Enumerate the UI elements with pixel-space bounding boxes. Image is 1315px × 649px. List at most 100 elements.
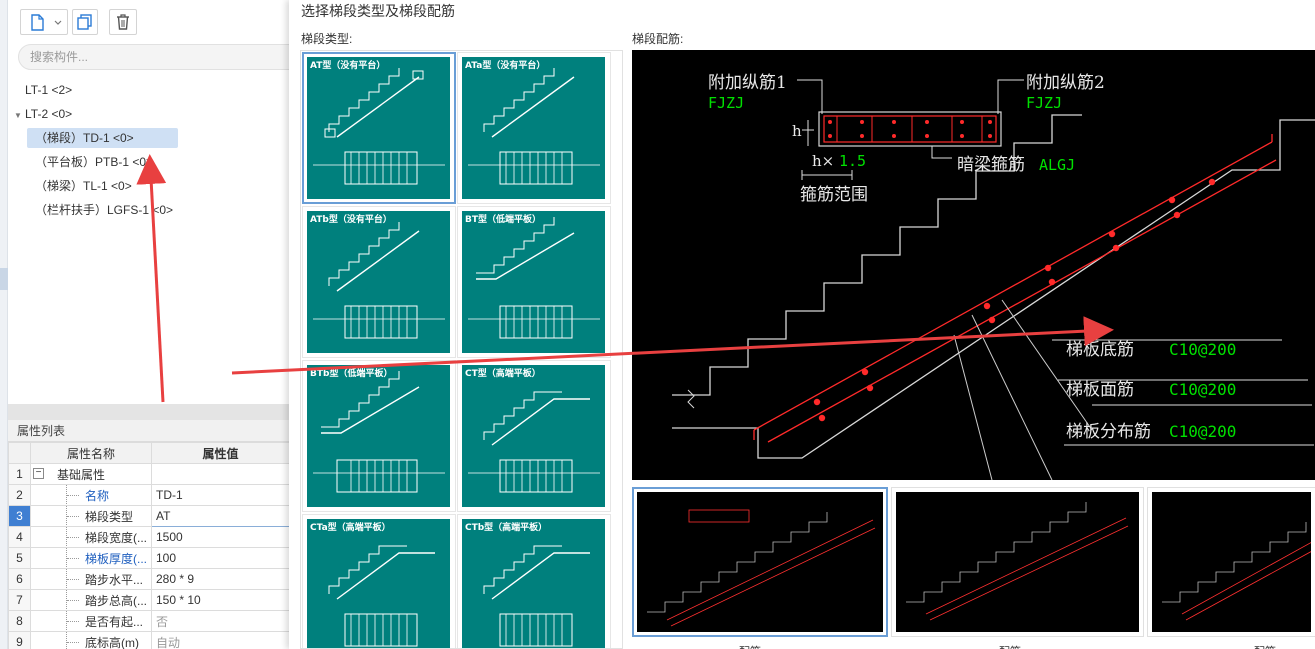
rebar-caption: 配筋: [1254, 643, 1276, 649]
rebar-option-1[interactable]: [632, 487, 888, 637]
left-edge-bar: [0, 0, 8, 649]
row-number: 5: [8, 547, 31, 569]
tree-item-lt1[interactable]: LT-1 <2>: [25, 80, 72, 100]
attr-value[interactable]: 1500: [151, 526, 290, 548]
h-times-label: h×: [812, 152, 834, 170]
attr-value[interactable]: 否: [151, 610, 290, 632]
tree-item-td1[interactable]: （梯段）TD-1 <0>: [27, 128, 178, 148]
rebar-option-3[interactable]: [1147, 487, 1315, 637]
stair-drawing: [468, 68, 600, 185]
attr-name[interactable]: 名称: [30, 484, 152, 506]
rebar-option-image: [896, 492, 1139, 632]
attr-row[interactable]: 8 是否有起... 否: [8, 610, 290, 632]
rebar-option-2[interactable]: [891, 487, 1144, 637]
attr-row[interactable]: 4 梯段宽度(... 1500: [8, 526, 290, 548]
new-file-icon: [31, 14, 62, 31]
attr-row[interactable]: 3 梯段类型 AT: [8, 505, 290, 527]
bottom-bar-label: 梯板底筋: [1066, 340, 1134, 360]
attr-name[interactable]: 梯段类型: [30, 505, 152, 527]
attr-value[interactable]: AT: [151, 505, 290, 527]
attr-name-text: 底标高(m): [85, 635, 139, 649]
tree-connector: [66, 548, 80, 568]
attr-name[interactable]: 踏步总高(...: [30, 589, 152, 611]
type-thumbnail: AT型（没有平台）: [307, 57, 450, 199]
attr-value[interactable]: 100: [151, 547, 290, 569]
hidden-beam-code: ALGJ: [1039, 156, 1075, 174]
attr-row[interactable]: 9 底标高(m) 自动: [8, 631, 290, 649]
edge-marker: [0, 268, 8, 290]
component-panel: ▼ LT-1 <2> LT-2 <0> （梯段）TD-1 <0> （平台板）PT…: [0, 0, 290, 649]
search-input[interactable]: [18, 44, 290, 70]
tree-item-tl1[interactable]: （梯梁）TL-1 <0>: [35, 176, 132, 196]
attr-name-text: 名称: [85, 488, 110, 503]
attr-row[interactable]: 7 踏步总高(... 150 * 10: [8, 589, 290, 611]
trash-icon: [117, 14, 129, 30]
tree-item-lt2[interactable]: LT-2 <0>: [25, 104, 72, 124]
delete-button[interactable]: [109, 9, 137, 35]
expand-caret-icon[interactable]: ▼: [14, 111, 22, 120]
attr-name[interactable]: − 基础属性: [30, 463, 152, 485]
tree-connector: [66, 506, 80, 526]
hidden-beam-label: 暗梁箍筋: [957, 155, 1025, 175]
stair-drawing: [468, 391, 600, 493]
type-section-label: 梯段类型:: [301, 32, 353, 46]
tree-connector: [66, 632, 80, 649]
type-thumbnail: ATa型（没有平台）: [462, 57, 605, 199]
stair-drawing: [468, 217, 600, 339]
dist-bar-value: C10@200: [1169, 422, 1236, 441]
type-card-ctb[interactable]: CTb型（高端平板）: [457, 514, 611, 648]
fjzj2-label: 附加纵筋2: [1026, 73, 1105, 93]
type-card-cta[interactable]: CTa型（高端平板）: [302, 514, 456, 648]
stair-drawing: [313, 222, 445, 339]
rebar-preview: 附加纵筋1 FJZJ 附加纵筋2 FJZJ h h× 1.5 箍筋范围 暗梁箍筋…: [632, 50, 1315, 480]
stair-type-dialog: 选择梯段类型及梯段配筋 梯段类型: 梯段配筋: AT型（没有平台） ATa型（没: [289, 0, 1315, 649]
tree-item-lgfs1[interactable]: （栏杆扶手）LGFS-1 <0>: [35, 200, 173, 220]
attr-name[interactable]: 踏步水平...: [30, 568, 152, 590]
fjzj1-code: FJZJ: [708, 94, 744, 112]
type-card-ata[interactable]: ATa型（没有平台）: [457, 52, 611, 204]
attr-value[interactable]: 150 * 10: [151, 589, 290, 611]
collapse-icon[interactable]: −: [33, 468, 44, 479]
row-number: 9: [8, 631, 31, 649]
attr-row[interactable]: 1 − 基础属性: [8, 463, 290, 485]
tree-connector: [66, 590, 80, 610]
attr-name[interactable]: 底标高(m): [30, 631, 152, 649]
new-component-button[interactable]: [20, 9, 68, 35]
row-number: 7: [8, 589, 31, 611]
type-card-btb[interactable]: BTb型（低端平板）: [302, 360, 456, 512]
row-number: 1: [8, 463, 31, 485]
attr-name-text: 是否有起...: [85, 614, 144, 629]
panel-divider[interactable]: [8, 404, 290, 420]
fjzj2-code: FJZJ: [1026, 94, 1062, 112]
type-card-atb[interactable]: ATb型（没有平台）: [302, 206, 456, 358]
type-card-at[interactable]: AT型（没有平台）: [302, 52, 456, 204]
tree-connector: [66, 485, 80, 505]
row-number: 2: [8, 484, 31, 506]
attr-row[interactable]: 6 踏步水平... 280 * 9: [8, 568, 290, 590]
tree-connector: [66, 569, 80, 589]
top-bar-label: 梯板面筋: [1066, 380, 1134, 400]
type-card-ct[interactable]: CT型（高端平板）: [457, 360, 611, 512]
attr-value[interactable]: TD-1: [151, 484, 290, 506]
attr-value[interactable]: [151, 463, 290, 485]
attr-name[interactable]: 梯段宽度(...: [30, 526, 152, 548]
attr-name[interactable]: 是否有起...: [30, 610, 152, 632]
h-label: h: [792, 122, 802, 140]
attribute-table: 属性名称 属性值 1 − 基础属性 2 名称 TD-1 3 梯段类型 AT 4 梯…: [8, 442, 290, 649]
copy-button[interactable]: [72, 9, 98, 35]
type-card-bt[interactable]: BT型（低端平板）: [457, 206, 611, 358]
tree-item-ptb1[interactable]: （平台板）PTB-1 <0>: [35, 152, 153, 172]
type-thumbnail: CTb型（高端平板）: [462, 519, 605, 648]
stair-drawing: [328, 545, 435, 647]
attr-name[interactable]: 梯板厚度(...: [30, 547, 152, 569]
type-thumbnail: CTa型（高端平板）: [307, 519, 450, 648]
attr-value[interactable]: 280 * 9: [151, 568, 290, 590]
attr-value[interactable]: 自动: [151, 631, 290, 649]
attr-name-text: 梯板厚度(...: [85, 551, 147, 566]
attr-row[interactable]: 5 梯板厚度(... 100: [8, 547, 290, 569]
attr-name-text: 踏步总高(...: [85, 593, 147, 608]
bottom-bar-value: C10@200: [1169, 340, 1236, 359]
row-number: 6: [8, 568, 31, 590]
rebar-thumb-drawing: [906, 502, 1129, 621]
attr-row[interactable]: 2 名称 TD-1: [8, 484, 290, 506]
